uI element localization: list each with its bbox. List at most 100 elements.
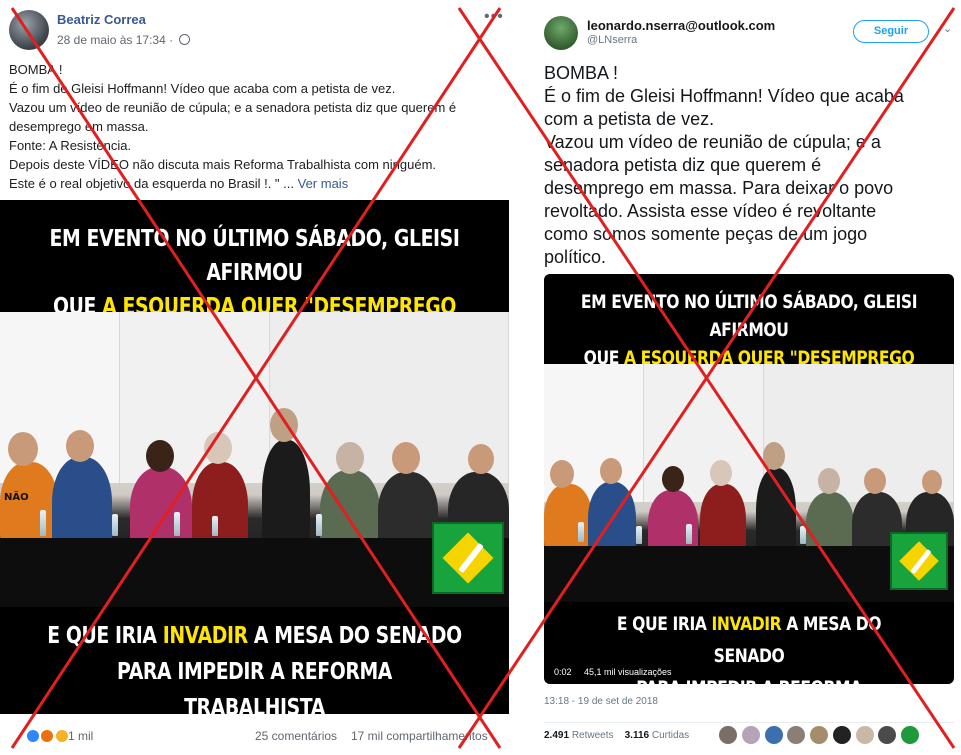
- tweet-text-line: Vazou um vídeo de reunião de cúpula; e a: [544, 132, 881, 152]
- wall-panel: [120, 312, 270, 484]
- liker-avatars[interactable]: [719, 726, 921, 744]
- tweet-text-line: revoltado. Assista esse vídeo é revoltan…: [544, 201, 877, 221]
- person-head: [468, 444, 494, 474]
- avatar[interactable]: [878, 726, 897, 744]
- shirt-text: NÃO: [4, 492, 29, 503]
- person-head: [336, 442, 364, 474]
- avatar[interactable]: [741, 726, 760, 744]
- post-text-line: Fonte: A Resistência.: [9, 138, 132, 153]
- tweet-timestamp[interactable]: 13:18 - 19 de set de 2018: [544, 696, 658, 707]
- person-head: [600, 458, 622, 484]
- avatar[interactable]: [544, 16, 578, 50]
- person-head: [550, 460, 574, 488]
- person-head: [392, 442, 420, 474]
- person-head: [922, 470, 942, 494]
- video-time-badge: 0:02: [550, 666, 576, 678]
- tweet-text-line: BOMBA !: [544, 63, 619, 83]
- water-bottle: [800, 526, 806, 544]
- person-head: [8, 432, 38, 466]
- see-more-link[interactable]: Ver mais: [298, 176, 349, 191]
- angry-reaction-icon: [40, 728, 55, 743]
- caption-line: EM EVENTO NO ÚLTIMO SÁBADO, GLEISI AFIRM…: [49, 226, 460, 286]
- retweets-stat[interactable]: 2.491 Retweets: [544, 730, 614, 741]
- retweets-label: Retweets: [571, 730, 614, 741]
- post-text-line: desemprego em massa.: [9, 119, 149, 134]
- avatar[interactable]: [764, 726, 783, 744]
- water-bottle: [212, 516, 218, 536]
- author-handle[interactable]: @LNserra: [587, 34, 637, 46]
- author-name[interactable]: Beatriz Correa: [57, 12, 146, 27]
- caption-line: EM EVENTO NO ÚLTIMO SÁBADO, GLEISI AFIRM…: [580, 291, 918, 341]
- video-caption-bottom: E QUE IRIA INVADIR A MESA DO SENADO PARA…: [46, 618, 463, 714]
- tweet-text-line: com a petista de vez.: [544, 109, 715, 129]
- water-bottle: [112, 514, 118, 536]
- author-name[interactable]: leonardo.nserra@outlook.com: [587, 18, 775, 33]
- person-head: [204, 432, 232, 464]
- post-text: BOMBA ! É o fim de Gleisi Hoffmann! Víde…: [9, 60, 509, 193]
- caption-line: E QUE IRIA INVADIR A MESA DO SENADO: [46, 618, 463, 654]
- chevron-down-icon[interactable]: ⌄: [943, 22, 952, 35]
- post-text-line: Depois deste VÍDEO não discuta mais Refo…: [9, 157, 437, 172]
- person-head: [864, 468, 886, 494]
- caption-line: E QUE IRIA INVADIR A MESA DO SENADO: [581, 608, 917, 672]
- reaction-count[interactable]: 1 mil: [68, 729, 93, 743]
- avatar[interactable]: [810, 726, 829, 744]
- timestamp-text[interactable]: 28 de maio às 17:34: [57, 33, 166, 47]
- comments-count[interactable]: 25 comentários: [255, 729, 337, 743]
- water-bottle: [174, 512, 180, 536]
- post-text-last-line: Este é o real objetivo da esquerda no Br…: [9, 174, 509, 193]
- water-bottle: [40, 510, 46, 536]
- water-bottle: [686, 524, 692, 544]
- caption-highlight: INVADIR: [711, 613, 782, 635]
- person-head: [270, 408, 298, 442]
- water-bottle: [316, 514, 322, 536]
- likes-label: Curtidas: [651, 730, 690, 741]
- caption-segment: A MESA DO SENADO: [247, 623, 462, 649]
- water-bottle: [636, 526, 642, 544]
- person-head: [146, 440, 174, 472]
- video-scene: [544, 364, 954, 602]
- person-head: [66, 430, 94, 462]
- water-bottle: [578, 522, 584, 542]
- caption-highlight: INVADIR: [162, 623, 248, 649]
- post-footer: 1 mil 25 comentários 17 mil compartilham…: [0, 718, 512, 755]
- channel-logo: [432, 522, 504, 594]
- tweet-text-line: É o fim de Gleisi Hoffmann! Vídeo que ac…: [544, 86, 904, 106]
- video-player[interactable]: EM EVENTO NO ÚLTIMO SÁBADO, GLEISI AFIRM…: [0, 200, 509, 714]
- post-text-line: É o fim de Gleisi Hoffmann! Vídeo que ac…: [9, 81, 396, 96]
- facebook-post: Beatriz Correa 28 de maio às 17:34 · •••…: [0, 0, 512, 755]
- video-scene: NÃO: [0, 312, 509, 607]
- tweet-text-line: político.: [544, 247, 607, 267]
- caption-segment: E QUE IRIA: [47, 623, 163, 649]
- tweet-text-line: como somos somente peças de um jogo: [544, 224, 868, 244]
- tweet-text-line: senadora petista diz que querem é: [544, 155, 822, 175]
- post-text-line: BOMBA !: [9, 62, 63, 77]
- avatar[interactable]: [832, 726, 851, 744]
- likes-count: 3.116: [624, 730, 650, 741]
- avatar[interactable]: [719, 726, 737, 744]
- caption-line: PARA IMPEDIR A REFORMA TRABALHISTA: [117, 659, 392, 714]
- video-player[interactable]: EM EVENTO NO ÚLTIMO SÁBADO, GLEISI AFIRM…: [544, 274, 954, 684]
- avatar[interactable]: [855, 726, 874, 744]
- post-text-line: Este é o real objetivo da esquerda no Br…: [9, 176, 294, 191]
- tweet-text-line: desemprego em massa. Para deixar o povo: [544, 178, 894, 198]
- avatar[interactable]: [9, 10, 49, 50]
- reaction-icons[interactable]: [26, 728, 69, 743]
- channel-logo: [890, 532, 948, 590]
- twitter-post: leonardo.nserra@outlook.com @LNserra Seg…: [529, 0, 961, 755]
- tweet-text: BOMBA ! É o fim de Gleisi Hoffmann! Víde…: [544, 62, 956, 269]
- follow-button[interactable]: Seguir: [853, 20, 929, 43]
- avatar[interactable]: [901, 726, 920, 744]
- tweet-stats: 2.491 Retweets 3.116 Curtidas: [544, 722, 954, 748]
- shares-count[interactable]: 17 mil compartilhamentos: [351, 729, 488, 743]
- video-views-badge: 45,1 mil visualizações: [580, 666, 676, 678]
- more-horizontal-icon[interactable]: •••: [484, 8, 504, 26]
- person-head: [662, 466, 684, 492]
- likes-stat[interactable]: 3.116 Curtidas: [625, 730, 690, 741]
- post-text-line: Vazou um vídeo de reunião de cúpula; e a…: [9, 100, 457, 115]
- post-timestamp[interactable]: 28 de maio às 17:34 ·: [57, 33, 191, 47]
- caption-segment: E QUE IRIA: [616, 613, 712, 635]
- avatar[interactable]: [787, 726, 806, 744]
- person-head: [818, 468, 840, 494]
- person-head: [763, 442, 785, 470]
